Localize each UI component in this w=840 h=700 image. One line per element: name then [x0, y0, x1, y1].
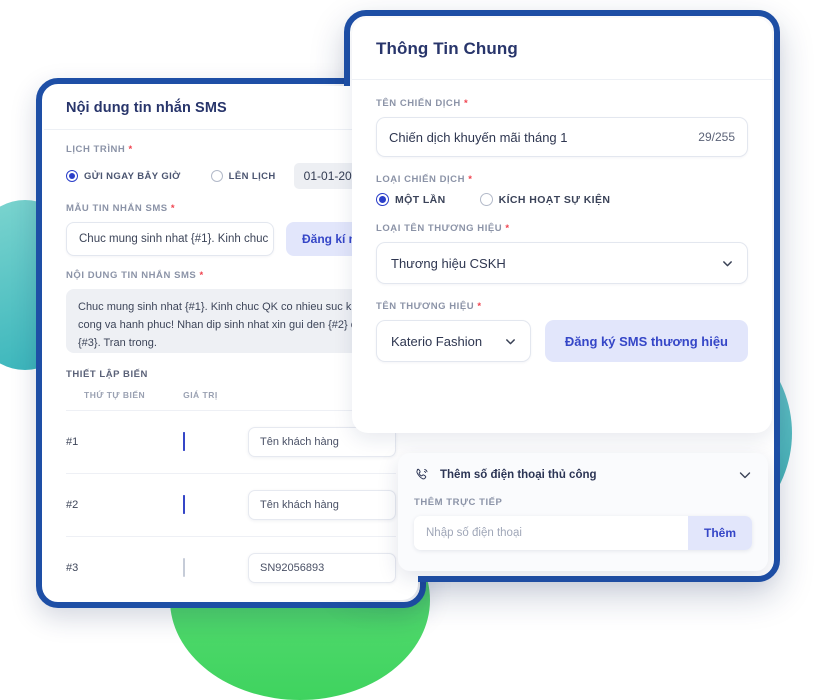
- schedule-option-send-now[interactable]: GỬI NGAY BÂY GIỜ: [66, 170, 181, 182]
- general-info-card: Thông Tin Chung TÊN CHIẾN DỊCH * Chiến d…: [352, 18, 772, 433]
- campaign-name-required-mark: *: [463, 98, 469, 109]
- variables-table: THỨ TỰ BIẾN GIÁ TRỊ #1 Tên khách hàng #2…: [66, 390, 396, 599]
- brand-type-label-text: LOẠI TÊN THƯƠNG HIỆU: [376, 223, 503, 234]
- brand-type-label: LOẠI TÊN THƯƠNG HIỆU *: [376, 223, 748, 234]
- campaign-type-radio-group: MỘT LẦN KÍCH HOẠT SỰ KIỆN: [376, 193, 748, 206]
- brand-type-required-mark: *: [505, 223, 510, 234]
- register-brand-sms-button[interactable]: Đăng ký SMS thương hiệu: [544, 320, 748, 362]
- radio-unselected-icon: [479, 193, 493, 206]
- variables-column-index: THỨ TỰ BIẾN: [84, 390, 146, 400]
- variable-value-input[interactable]: SN92056893: [248, 553, 396, 583]
- manual-phone-panel: Thêm số điện thoại thủ công THÊM TRỰC TI…: [398, 453, 768, 571]
- radio-selected-icon: [376, 193, 389, 206]
- variables-section-label: THIẾT LẬP BIẾN: [66, 369, 148, 380]
- brand-name-label: TÊN THƯƠNG HIỆU *: [376, 301, 748, 312]
- campaign-name-input[interactable]: Chiến dịch khuyến mãi tháng 1 29/255: [376, 117, 748, 157]
- sms-template-input[interactable]: Chuc mung sinh nhat {#1}. Kinh chuc: [66, 222, 274, 256]
- brand-name-value: Katerio Fashion: [391, 333, 483, 349]
- sms-content-required-mark: *: [199, 270, 204, 281]
- schedule-option-scheduled[interactable]: LÊN LỊCH: [210, 170, 276, 182]
- add-phone-button[interactable]: Thêm: [688, 516, 752, 550]
- variable-value-cell: Tên khách hàng: [248, 473, 396, 537]
- sms-template-row: Chuc mung sinh nhat {#1}. Kinh chuc Đăng…: [66, 222, 396, 256]
- brand-name-row: Katerio Fashion Đăng ký SMS thương hiệu: [376, 320, 748, 362]
- variable-value-cell: SN92056893: [248, 536, 396, 599]
- sms-template-required-mark: *: [170, 203, 176, 214]
- manual-phone-panel-body: THÊM TRỰC TIẾP Nhập số điện thoại Thêm: [398, 497, 768, 550]
- brand-name-required-mark: *: [477, 301, 482, 312]
- variable-index: #3: [66, 536, 184, 599]
- radio-selected-icon: [66, 170, 78, 182]
- campaign-type-option-event-trigger-label: KÍCH HOẠT SỰ KIỆN: [498, 193, 611, 206]
- variable-checkbox-cell[interactable]: [183, 536, 248, 599]
- variable-value-input[interactable]: Tên khách hàng: [248, 490, 396, 520]
- brand-name-select[interactable]: Katerio Fashion: [376, 320, 531, 362]
- chevron-down-icon[interactable]: [738, 468, 752, 482]
- variable-index: #2: [66, 473, 184, 537]
- campaign-name-label: TÊN CHIẾN DỊCH *: [376, 98, 748, 109]
- campaign-type-option-one-time[interactable]: MỘT LẦN: [376, 193, 446, 206]
- schedule-label: LỊCH TRÌNH *: [66, 144, 396, 155]
- chevron-down-icon: [505, 338, 515, 344]
- campaign-type-option-one-time-label: MỘT LẦN: [395, 193, 446, 206]
- sms-content-card-title: Nội dung tin nhắn SMS: [66, 99, 227, 116]
- brand-type-value: Thương hiệu CSKH: [391, 255, 506, 271]
- general-info-card-body: TÊN CHIẾN DỊCH * Chiến dịch khuyến mãi t…: [352, 80, 772, 362]
- campaign-type-required-mark: *: [468, 174, 473, 185]
- campaign-type-label-text: LOẠI CHIẾN DỊCH: [376, 174, 465, 185]
- chevron-down-icon: [723, 260, 732, 266]
- manual-phone-panel-title: Thêm số điện thoại thủ công: [440, 469, 597, 481]
- schedule-radio-group: GỬI NGAY BÂY GIỜ LÊN LỊCH 01-01-2024 19:…: [66, 163, 396, 189]
- brand-name-label-text: TÊN THƯƠNG HIỆU: [376, 301, 475, 312]
- sms-content-label-text: NỘI DUNG TIN NHẮN SMS: [66, 270, 197, 281]
- checkbox-unchecked-icon[interactable]: [183, 558, 186, 577]
- variables-column-value: GIÁ TRỊ: [183, 390, 218, 400]
- campaign-name-label-text: TÊN CHIẾN DỊCH: [376, 98, 461, 109]
- variable-index: #1: [66, 410, 184, 474]
- add-direct-label: THÊM TRỰC TIẾP: [414, 497, 503, 508]
- phone-input-group: Nhập số điện thoại Thêm: [414, 516, 752, 550]
- variables-table-header-row: THỨ TỰ BIẾN GIÁ TRỊ: [66, 390, 396, 411]
- manual-phone-panel-header[interactable]: Thêm số điện thoại thủ công: [398, 453, 768, 497]
- schedule-label-text: LỊCH TRÌNH: [66, 144, 126, 155]
- table-row: #1 Tên khách hàng: [66, 410, 396, 474]
- table-row: #3 SN92056893: [66, 536, 396, 599]
- campaign-type-option-event-trigger[interactable]: KÍCH HOẠT SỰ KIỆN: [479, 193, 611, 206]
- table-row: #2 Tên khách hàng: [66, 473, 396, 537]
- phone-number-input[interactable]: Nhập số điện thoại: [414, 516, 688, 550]
- schedule-option-send-now-label: GỬI NGAY BÂY GIỜ: [84, 170, 181, 182]
- sms-template-label-text: MẪU TIN NHẮN SMS: [66, 203, 168, 214]
- radio-unselected-icon: [210, 170, 223, 182]
- schedule-option-scheduled-label: LÊN LỊCH: [228, 170, 276, 182]
- general-info-card-header: Thông Tin Chung: [352, 18, 772, 80]
- campaign-name-value: Chiến dịch khuyến mãi tháng 1: [389, 129, 568, 145]
- brand-type-select[interactable]: Thương hiệu CSKH: [376, 242, 748, 284]
- checkbox-checked-icon[interactable]: [183, 432, 186, 451]
- phone-call-icon: [416, 468, 428, 480]
- variable-checkbox-cell[interactable]: [183, 473, 248, 537]
- schedule-required-mark: *: [128, 144, 133, 155]
- variable-checkbox-cell[interactable]: [183, 410, 248, 474]
- sms-content-textarea[interactable]: Chuc mung sinh nhat {#1}. Kinh chuc QK c…: [66, 289, 396, 353]
- general-info-card-title: Thông Tin Chung: [376, 38, 518, 58]
- checkbox-checked-icon[interactable]: [183, 495, 186, 514]
- campaign-name-counter: 29/255: [698, 130, 735, 144]
- sms-template-label: MẪU TIN NHẮN SMS *: [66, 203, 396, 214]
- sms-content-label: NỘI DUNG TIN NHẮN SMS *: [66, 270, 396, 281]
- campaign-type-label: LOẠI CHIẾN DỊCH *: [376, 174, 748, 185]
